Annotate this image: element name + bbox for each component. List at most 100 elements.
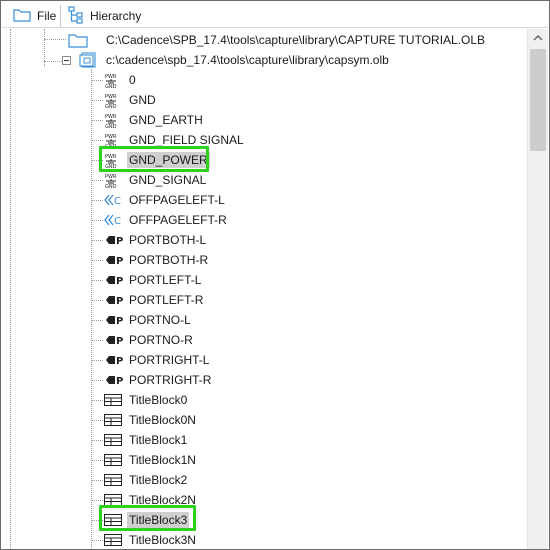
power-symbol-icon: PWR GND — [103, 72, 123, 90]
tree-item-label: TitleBlock2 — [129, 473, 188, 487]
tree-item-label: OFFPAGELEFT-R — [129, 213, 227, 227]
svg-text:P: P — [116, 336, 123, 347]
svg-text:P: P — [116, 236, 123, 247]
library-node-capture-tutorial[interactable]: C:\Cadence\SPB_17.4\tools\capture\librar… — [2, 30, 526, 50]
tree-guide-line — [91, 320, 103, 321]
tree-guide-line — [91, 460, 103, 461]
svg-text:GND: GND — [105, 124, 117, 128]
title-block-icon — [103, 512, 123, 528]
tree-item[interactable]: TitleBlock1 — [2, 430, 526, 450]
tree-item-label: PORTNO-L — [129, 313, 191, 327]
tree-item[interactable]: P PORTBOTH-R — [2, 250, 526, 270]
collapse-toggle[interactable] — [62, 56, 71, 65]
tree-guide-line — [91, 360, 103, 361]
tree-item-label: TitleBlock1 — [129, 433, 188, 447]
svg-text:P: P — [116, 376, 123, 387]
tree-item-label: PORTBOTH-R — [129, 253, 209, 267]
tree-item-label: TitleBlock2N — [129, 493, 196, 507]
tree-item[interactable]: TitleBlock0N — [2, 410, 526, 430]
tree-item[interactable]: TitleBlock0 — [2, 390, 526, 410]
tab-bar: File Hierarchy — [2, 2, 548, 28]
folder-icon — [13, 8, 31, 25]
tree-item-label: GND_POWER — [127, 152, 210, 168]
tree-item[interactable]: P PORTBOTH-L — [2, 230, 526, 250]
tab-hierarchy[interactable]: Hierarchy — [62, 5, 152, 27]
tree-guide-line — [91, 420, 103, 421]
offpage-connector-icon: C — [103, 212, 123, 228]
svg-text:GND: GND — [105, 164, 117, 168]
svg-text:P: P — [116, 316, 123, 327]
svg-text:P: P — [116, 256, 123, 267]
tree-item-label: PORTRIGHT-R — [129, 373, 212, 387]
svg-text:GND: GND — [105, 184, 117, 188]
scroll-up-arrow-icon[interactable] — [528, 29, 548, 47]
tree-item[interactable]: TitleBlock2 — [2, 470, 526, 490]
tree-item[interactable]: PWR GND GND_EARTH — [2, 110, 526, 130]
tree-item-label: PORTLEFT-R — [129, 293, 204, 307]
tab-hierarchy-label: Hierarchy — [90, 9, 142, 23]
port-icon: P — [103, 272, 123, 288]
title-block-icon — [103, 412, 123, 428]
tree-guide-line — [91, 440, 103, 441]
power-symbol-icon: PWR GND — [103, 92, 123, 110]
tree-guide-line — [91, 300, 103, 301]
tab-file[interactable]: File — [7, 5, 61, 27]
port-icon: P — [103, 312, 123, 328]
title-block-icon — [103, 392, 123, 408]
tree-item-label: 0 — [129, 73, 136, 87]
folder-icon — [68, 32, 88, 48]
hierarchy-icon — [68, 5, 84, 27]
tree-guide-line — [91, 120, 103, 121]
scrollbar-thumb[interactable] — [530, 49, 546, 151]
power-symbol-icon: PWR GND — [103, 112, 123, 130]
tree-item[interactable]: P PORTNO-L — [2, 310, 526, 330]
port-icon: P — [103, 352, 123, 368]
tree-item-label: TitleBlock3N — [129, 533, 196, 547]
tree-item[interactable]: PWR GND GND_SIGNAL — [2, 170, 526, 190]
tree-item[interactable]: PWR GND GND_POWER — [2, 150, 526, 170]
tree-item-label: TitleBlock1N — [129, 453, 196, 467]
tree-item-label: GND_SIGNAL — [129, 173, 207, 187]
tree-guide-line — [91, 500, 103, 501]
offpage-connector-icon: C — [103, 192, 123, 208]
tree-item[interactable]: P PORTRIGHT-L — [2, 350, 526, 370]
tree-item[interactable]: C OFFPAGELEFT-R — [2, 210, 526, 230]
tree-item[interactable]: C OFFPAGELEFT-L — [2, 190, 526, 210]
tree-guide-line — [91, 240, 103, 241]
power-symbol-icon: PWR GND — [103, 172, 123, 190]
tree-item-label: PORTLEFT-L — [129, 273, 202, 287]
tree-guide-line — [91, 340, 103, 341]
tree-item[interactable]: TitleBlock1N — [2, 450, 526, 470]
tree-item[interactable]: PWR GND GND — [2, 90, 526, 110]
title-block-icon — [103, 472, 123, 488]
tree-item[interactable]: TitleBlock2N — [2, 490, 526, 510]
tree-guide-line — [91, 260, 103, 261]
tree-item-label: GND_EARTH — [129, 113, 203, 127]
tree-item[interactable]: PWR GND GND_FIELD SIGNAL — [2, 130, 526, 150]
svg-text:C: C — [114, 216, 121, 227]
tree-item-label: PORTNO-R — [129, 333, 193, 347]
svg-text:C: C — [114, 196, 121, 207]
tree-guide-line — [91, 520, 103, 521]
svg-text:P: P — [116, 276, 123, 287]
library-node-capsym[interactable]: c:\cadence\spb_17.4\tools\capture\librar… — [2, 50, 526, 70]
tree-item[interactable]: TitleBlock3N — [2, 530, 526, 549]
vertical-scrollbar[interactable] — [527, 29, 548, 549]
tree-item[interactable]: P PORTRIGHT-R — [2, 370, 526, 390]
tree-item-label: OFFPAGELEFT-L — [129, 193, 225, 207]
tree-guide-line — [91, 200, 103, 201]
library-tree[interactable]: C:\Cadence\SPB_17.4\tools\capture\librar… — [2, 29, 526, 549]
port-icon: P — [103, 252, 123, 268]
tree-item[interactable]: TitleBlock3 — [2, 510, 526, 530]
tree-item-label: PORTRIGHT-L — [129, 353, 210, 367]
tab-file-label: File — [37, 9, 57, 23]
port-icon: P — [103, 372, 123, 388]
tree-item[interactable]: P PORTLEFT-R — [2, 290, 526, 310]
title-block-icon — [103, 532, 123, 548]
tree-guide-line — [91, 100, 103, 101]
tree-item-label: TitleBlock0 — [129, 393, 188, 407]
port-icon: P — [103, 232, 123, 248]
tree-item[interactable]: P PORTNO-R — [2, 330, 526, 350]
tree-item[interactable]: P PORTLEFT-L — [2, 270, 526, 290]
tree-item[interactable]: PWR GND 0 — [2, 70, 526, 90]
